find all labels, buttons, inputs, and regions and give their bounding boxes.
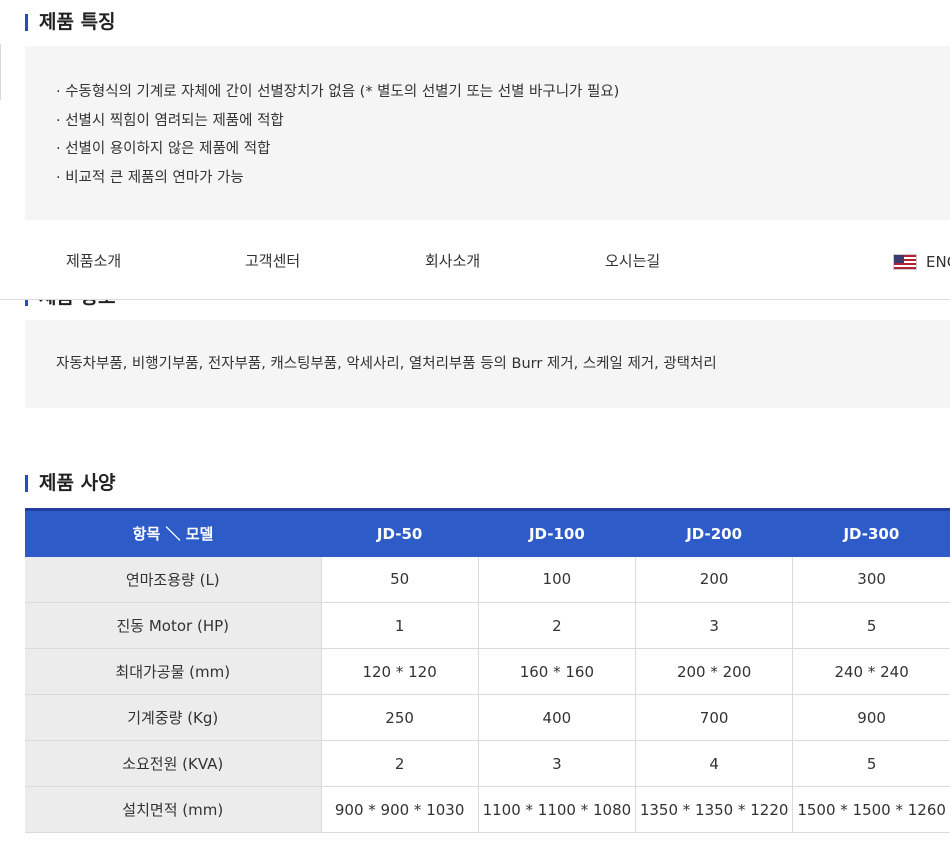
us-flag-icon [893,254,917,270]
main-nav: 제품소개 고객센터 회사소개 오시는길 ENG [0,220,950,300]
feature-item: · 수동형식의 기계로 자체에 간이 선별장치가 없음 (* 별도의 선별기 또… [56,84,620,100]
table-cell: 3 [477,740,636,787]
table-cell: 5 [792,740,950,787]
usage-box: 자동차부품, 비행기부품, 전자부품, 캐스팅부품, 악세사리, 열처리부품 등… [25,320,950,408]
spec-header-row: 항목 ＼ 모델 JD-50 JD-100 JD-200 JD-300 [25,508,950,557]
table-row: 소요전원 (KVA) 2 3 4 5 [25,740,950,787]
table-row: 연마조용량 (L) 50 100 200 300 [25,556,950,603]
spec-header-jd100: JD-100 [478,508,636,557]
table-cell: 120 * 120 [320,648,479,695]
table-cell: 200 [634,556,793,603]
row-label: 연마조용량 (L) [25,556,321,603]
table-cell: 240 * 240 [792,648,950,695]
table-cell: 700 [634,694,793,741]
language-label: ENG [926,253,950,271]
table-cell: 900 * 900 * 1030 [320,786,479,833]
features-list: · 수동형식의 기계로 자체에 간이 선별장치가 없음 (* 별도의 선별기 또… [56,78,619,192]
left-divider [0,44,1,100]
table-cell: 5 [792,602,950,649]
table-cell: 400 [477,694,636,741]
table-cell: 1100 * 1100 * 1080 [477,786,636,833]
row-label: 최대가공물 (mm) [25,648,321,695]
nav-item-support[interactable]: 고객센터 [245,250,300,271]
nav-item-products[interactable]: 제품소개 [66,250,121,271]
row-label: 설치면적 (mm) [25,786,321,833]
row-label: 기계중량 (Kg) [25,694,321,741]
table-row: 설치면적 (mm) 900 * 900 * 1030 1100 * 1100 *… [25,786,950,833]
spec-header-jd300: JD-300 [792,508,950,557]
table-cell: 3 [634,602,793,649]
language-switch[interactable]: ENG [893,253,950,271]
table-cell: 160 * 160 [477,648,636,695]
spec-title: 제품 사양 [25,472,116,494]
table-cell: 1350 * 1350 * 1220 [634,786,793,833]
row-label: 소요전원 (KVA) [25,740,321,787]
nav-item-location[interactable]: 오시는길 [605,250,660,271]
table-cell: 900 [792,694,950,741]
spec-header-jd50: JD-50 [321,508,479,557]
table-cell: 200 * 200 [634,648,793,695]
table-cell: 2 [320,740,479,787]
table-row: 최대가공물 (mm) 120 * 120 160 * 160 200 * 200… [25,648,950,695]
table-cell: 50 [320,556,479,603]
table-cell: 4 [634,740,793,787]
feature-item: · 선별이 용이하지 않은 제품에 적합 [56,141,271,157]
table-row: 진동 Motor (HP) 1 2 3 5 [25,602,950,649]
usage-text: 자동차부품, 비행기부품, 전자부품, 캐스팅부품, 악세사리, 열처리부품 등… [56,356,717,372]
spec-header-item-model: 항목 ＼ 모델 [25,508,321,557]
table-cell: 2 [477,602,636,649]
spec-table: 항목 ＼ 모델 JD-50 JD-100 JD-200 JD-300 연마조용량… [25,508,950,833]
feature-item: · 선별시 찍힘이 염려되는 제품에 적합 [56,112,284,129]
table-cell: 1 [320,602,479,649]
table-cell: 250 [320,694,479,741]
table-cell: 300 [792,556,950,603]
table-cell: 1500 * 1500 * 1260 [792,786,950,833]
nav-item-company[interactable]: 회사소개 [425,250,480,271]
table-row: 기계중량 (Kg) 250 400 700 900 [25,694,950,741]
features-title: 제품 특징 [25,11,116,33]
table-cell: 100 [477,556,636,603]
features-box: · 수동형식의 기계로 자체에 간이 선별장치가 없음 (* 별도의 선별기 또… [25,46,950,220]
spec-header-jd200: JD-200 [635,508,793,557]
feature-item: · 비교적 큰 제품의 연마가 가능 [56,169,244,186]
row-label: 진동 Motor (HP) [25,602,321,649]
